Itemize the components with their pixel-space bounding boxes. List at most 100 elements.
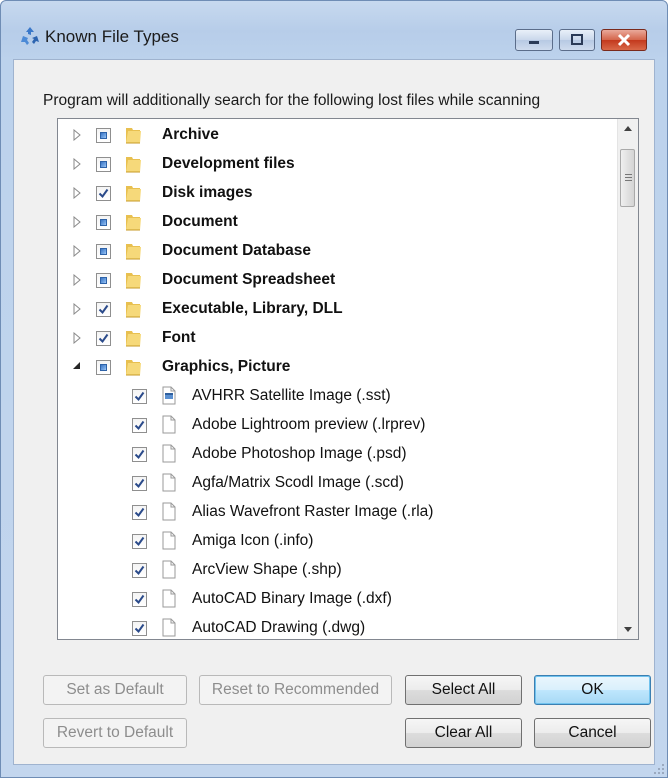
file-icon [162,560,176,579]
tree-file-type-row[interactable]: Amiga Icon (.info) [58,527,618,556]
tree-category-row[interactable]: Disk images [58,179,618,208]
checkbox-partial[interactable] [96,157,111,172]
folder-icon [126,331,141,347]
tree-item-label: Executable, Library, DLL [162,300,343,317]
reset-to-recommended-button[interactable]: Reset to Recommended [199,675,392,705]
tree-category-row[interactable]: Executable, Library, DLL [58,295,618,324]
checkbox-checked[interactable] [132,592,147,607]
checkbox-checked[interactable] [96,186,111,201]
collapsed-arrow-icon[interactable] [72,303,82,315]
tree-file-type-row[interactable]: ArcView Shape (.shp) [58,556,618,585]
checkbox-partial[interactable] [96,128,111,143]
file-icon [162,415,176,434]
collapsed-arrow-icon[interactable] [72,245,82,257]
expanded-arrow-icon[interactable] [72,361,82,373]
checkbox-partial[interactable] [96,360,111,375]
scrollbar-thumb[interactable] [620,149,635,207]
checkbox-checked[interactable] [96,331,111,346]
maximize-icon [571,34,583,45]
tree-file-type-row[interactable]: Adobe Lightroom preview (.lrprev) [58,411,618,440]
grip-line [625,174,632,175]
minimize-button[interactable] [515,29,553,51]
checkbox-checked[interactable] [132,389,147,404]
tree-item-label: Archive [162,126,219,143]
tree-file-type-row[interactable]: AutoCAD Drawing (.dwg) [58,614,618,639]
checkbox-checked[interactable] [132,563,147,578]
checkmark-icon [134,478,145,489]
checkbox-checked[interactable] [96,302,111,317]
checkmark-icon [134,507,145,518]
ok-button[interactable]: OK [534,675,651,705]
tree-category-row[interactable]: Document [58,208,618,237]
tree-item-label: ArcView Shape (.shp) [192,561,342,578]
tree-item-label: Document Database [162,242,312,259]
file-type-tree[interactable]: Archive Development files Disk images Docum… [57,118,639,640]
checkmark-icon [98,188,109,199]
file-icon [162,502,176,521]
tree-file-type-row[interactable]: AVHRR Satellite Image (.sst) [58,382,618,411]
checkbox-checked[interactable] [132,447,147,462]
tree-item-label: Agfa/Matrix Scodl Image (.scd) [192,474,404,491]
tree-item-label: Document Spreadsheet [162,271,336,288]
checkmark-icon [134,536,145,547]
scroll-down-arrow-icon[interactable] [618,619,638,639]
maximize-button[interactable] [559,29,595,51]
tree-category-row[interactable]: Document Database [58,237,618,266]
tree-file-type-row[interactable]: AutoCAD Binary Image (.dxf) [58,585,618,614]
checkbox-checked[interactable] [132,534,147,549]
recycle-icon [21,27,39,45]
collapsed-arrow-icon[interactable] [72,129,82,141]
tree-file-type-row[interactable]: Agfa/Matrix Scodl Image (.scd) [58,469,618,498]
checkbox-partial[interactable] [96,215,111,230]
folder-icon [126,360,141,376]
tree-item-label: Adobe Photoshop Image (.psd) [192,445,407,462]
tree-item-label: Document [162,213,238,230]
tree-item-label: Disk images [162,184,253,201]
title-bar[interactable]: Known File Types [1,1,667,51]
checkbox-partial[interactable] [96,244,111,259]
folder-icon [126,273,141,289]
folder-icon [126,244,141,260]
tree-file-type-row[interactable]: Adobe Photoshop Image (.psd) [58,440,618,469]
checkmark-icon [134,449,145,460]
checkbox-checked[interactable] [132,476,147,491]
checkbox-checked[interactable] [132,418,147,433]
checkmark-icon [134,565,145,576]
grip-line [625,180,632,181]
resize-grip-icon[interactable] [653,763,665,775]
tree-file-type-row[interactable]: Alias Wavefront Raster Image (.rla) [58,498,618,527]
collapsed-arrow-icon[interactable] [72,158,82,170]
tree-category-row[interactable]: Graphics, Picture [58,353,618,382]
file-icon [162,473,176,492]
app-file-icon [162,386,176,405]
tree-category-row[interactable]: Font [58,324,618,353]
set-as-default-button[interactable]: Set as Default [43,675,187,705]
clear-all-button[interactable]: Clear All [405,718,522,748]
checkbox-partial[interactable] [96,273,111,288]
scroll-up-arrow-icon[interactable] [618,119,638,139]
checkmark-icon [134,420,145,431]
collapsed-arrow-icon[interactable] [72,332,82,344]
grip-line [625,177,632,178]
minimize-icon [529,41,539,44]
tree-item-label: AutoCAD Binary Image (.dxf) [192,590,392,607]
collapsed-arrow-icon[interactable] [72,216,82,228]
tree-category-row[interactable]: Document Spreadsheet [58,266,618,295]
tree-category-row[interactable]: Archive [58,121,618,150]
select-all-button[interactable]: Select All [405,675,522,705]
tree-item-label: AVHRR Satellite Image (.sst) [192,387,391,404]
vertical-scrollbar[interactable] [617,119,638,639]
cancel-button[interactable]: Cancel [534,718,651,748]
collapsed-arrow-icon[interactable] [72,187,82,199]
tree-item-label: Amiga Icon (.info) [192,532,314,549]
checkbox-checked[interactable] [132,621,147,636]
collapsed-arrow-icon[interactable] [72,274,82,286]
checkmark-icon [134,391,145,402]
folder-icon [126,186,141,202]
close-button[interactable] [601,29,647,51]
file-icon [162,618,176,637]
checkbox-checked[interactable] [132,505,147,520]
tree-category-row[interactable]: Development files [58,150,618,179]
known-file-types-dialog: Known File Types Program will additional… [0,0,668,778]
revert-to-default-button[interactable]: Revert to Default [43,718,187,748]
